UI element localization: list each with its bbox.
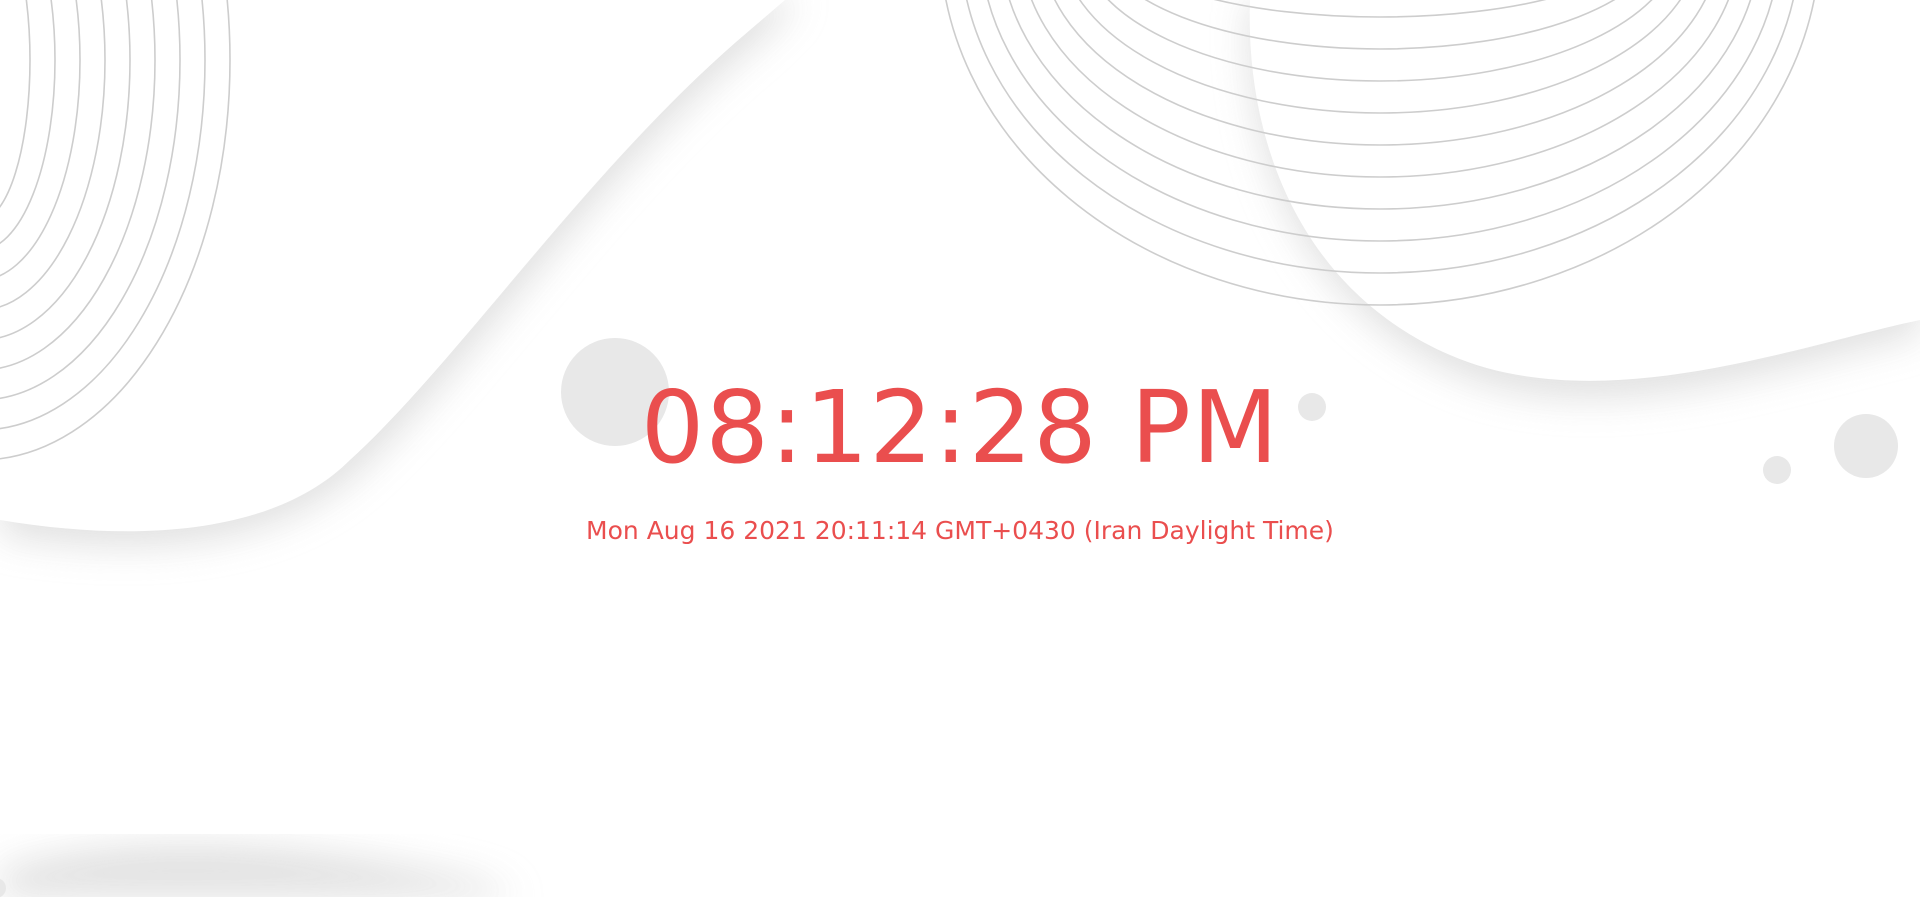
clock-display: 08:12:28 PM Mon Aug 16 2021 20:11:14 GMT… [0, 0, 1920, 897]
clock-date: Mon Aug 16 2021 20:11:14 GMT+0430 (Iran … [586, 516, 1334, 545]
clock-page: 08:12:28 PM Mon Aug 16 2021 20:11:14 GMT… [0, 0, 1920, 897]
clock-time: 08:12:28 PM [640, 369, 1280, 486]
